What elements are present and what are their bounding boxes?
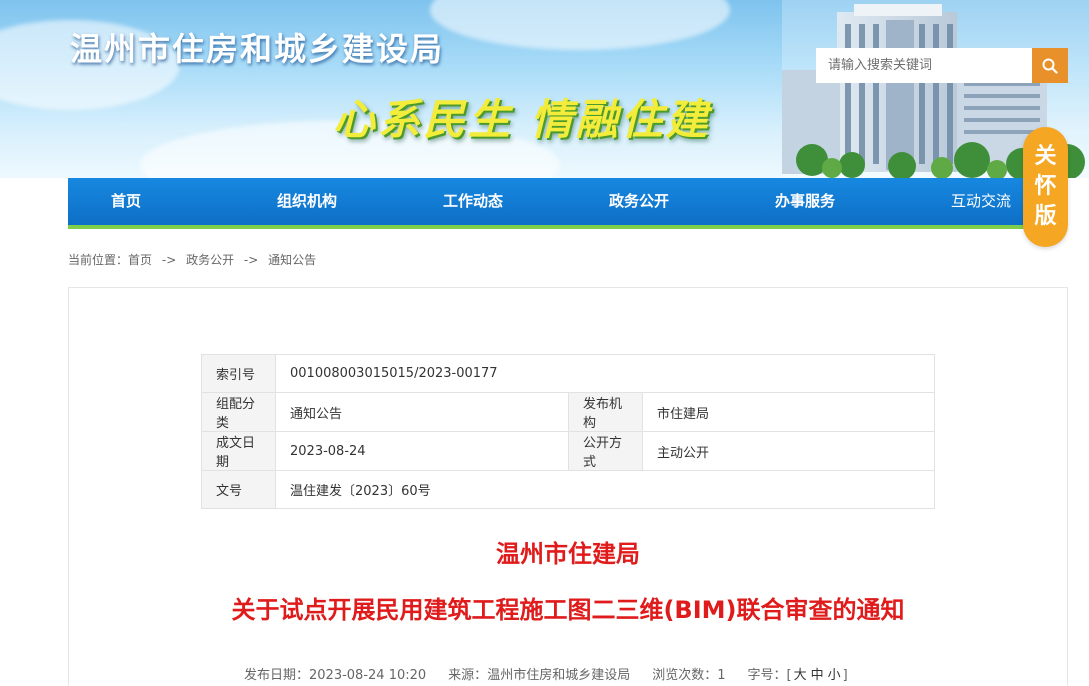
table-row: 成文日期 2023-08-24 公开方式 主动公开 <box>201 431 935 471</box>
nav-item-organization[interactable]: 组织机构 <box>247 178 367 225</box>
table-row: 文号 温住建发〔2023〕60号 <box>201 470 935 509</box>
document-meta-table: 索引号 001008003015015/2023-00177 组配分类 通知公告… <box>201 354 935 509</box>
document-info-bar: 发布日期：2023-08-24 10:20 来源：温州市住房和城乡建设局 浏览次数：… <box>244 664 848 683</box>
document-issuer-title: 温州市住建局 <box>496 540 640 568</box>
breadcrumb-item-home[interactable]: 首页 <box>128 253 152 267</box>
meta-value-doc-no: 温住建发〔2023〕60号 <box>275 470 935 509</box>
font-size-large-button[interactable]: 大 <box>792 668 809 683</box>
font-size-bracket: [ <box>786 668 792 683</box>
table-row: 索引号 001008003015015/2023-00177 <box>201 354 935 393</box>
font-size-label: 字号： <box>747 668 787 683</box>
meta-value-date: 2023-08-24 <box>275 431 569 471</box>
font-size-small-button[interactable]: 小 <box>826 668 843 683</box>
breadcrumb-separator: -> <box>243 253 259 267</box>
header-banner: 温州市住房和城乡建设局 心系民生 情融住建 <box>0 0 1089 178</box>
breadcrumb-item-notices[interactable]: 通知公告 <box>268 253 316 267</box>
nav-item-home[interactable]: 首页 <box>66 178 186 225</box>
main-nav: 首页 组织机构 工作动态 政务公开 办事服务 互动交流 <box>68 178 1040 229</box>
site-name: 温州市住房和城乡建设局 <box>70 30 445 68</box>
source-label: 来源： <box>448 668 488 683</box>
views-label: 浏览次数： <box>652 668 718 683</box>
font-size-bracket: ] <box>842 668 848 683</box>
meta-value-publisher: 市住建局 <box>642 392 935 432</box>
care-mode-button[interactable]: 关 怀 版 <box>1023 127 1068 247</box>
care-mode-char: 版 <box>1034 204 1057 229</box>
publish-date-label: 发布日期： <box>244 668 310 683</box>
nav-item-services[interactable]: 办事服务 <box>745 178 865 225</box>
search-box <box>816 48 1068 83</box>
care-mode-char: 怀 <box>1034 174 1057 199</box>
search-button[interactable] <box>1032 48 1068 83</box>
meta-label-date: 成文日期 <box>201 431 276 471</box>
search-icon <box>1042 58 1058 74</box>
slogan: 心系民生 情融住建 <box>333 95 711 144</box>
breadcrumb-separator: -> <box>161 253 177 267</box>
meta-value-category: 通知公告 <box>275 392 569 432</box>
publish-date-value: 2023-08-24 10:20 <box>309 668 427 683</box>
nav-item-work-news[interactable]: 工作动态 <box>413 178 533 225</box>
source-value: 温州市住房和城乡建设局 <box>487 668 631 683</box>
document-title: 关于试点开展民用建筑工程施工图二三维(BIM)联合审查的通知 <box>231 596 905 624</box>
care-mode-char: 关 <box>1034 144 1057 169</box>
meta-label-index: 索引号 <box>201 354 276 393</box>
search-input[interactable] <box>816 48 1032 83</box>
breadcrumb: 当前位置：首页 -> 政务公开 -> 通知公告 <box>68 251 322 268</box>
views-value: 1 <box>717 668 726 683</box>
meta-label-category: 组配分类 <box>201 392 276 432</box>
breadcrumb-item-government-affairs[interactable]: 政务公开 <box>186 253 234 267</box>
meta-label-disclosure: 公开方式 <box>568 431 643 471</box>
breadcrumb-prefix: 当前位置： <box>68 253 129 267</box>
table-row: 组配分类 通知公告 发布机构 市住建局 <box>201 392 935 432</box>
meta-label-doc-no: 文号 <box>201 470 276 509</box>
meta-value-disclosure: 主动公开 <box>642 431 935 471</box>
meta-value-index: 001008003015015/2023-00177 <box>275 354 935 393</box>
cloud-decoration <box>430 0 730 50</box>
font-size-medium-button[interactable]: 中 <box>809 668 826 683</box>
meta-label-publisher: 发布机构 <box>568 392 643 432</box>
nav-item-government-affairs[interactable]: 政务公开 <box>579 178 699 225</box>
